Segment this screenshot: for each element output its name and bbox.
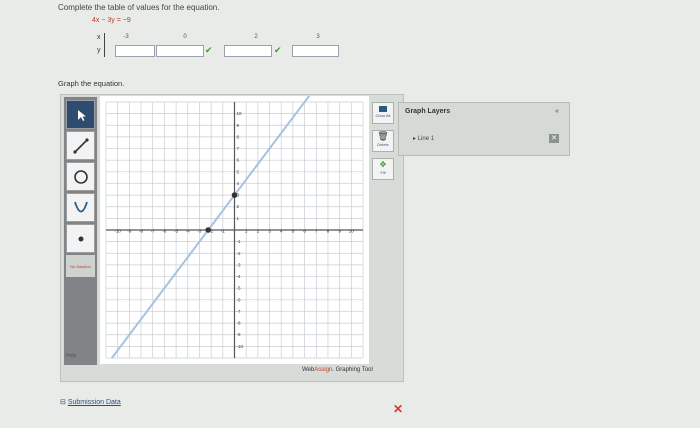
instructions-text: Complete the table of values for the equ… [58,3,220,12]
clear-all-label: Clear All [375,113,391,118]
x-tick-label: 7 [315,229,318,234]
right-tool-column: Clear All 🗑 Delete ✥ Fill [371,97,395,367]
brand-web: Web [302,367,315,373]
collapse-icon[interactable]: « [555,108,559,115]
x-tick-label: -1 [221,229,225,234]
submission-data-label: Submission Data [67,399,121,406]
graph-layers-panel: Graph Layers « ▸ Line 1 ✕ [398,102,570,156]
y-tick-label: -5 [237,286,241,291]
graph-instruction: Graph the equation. [58,79,125,88]
y-tick-label: 10 [237,111,243,116]
line-tool[interactable] [66,131,95,160]
fill-button[interactable]: ✥ Fill [372,158,394,180]
x-tick-label: 3 [268,229,271,234]
equation-text: 4x − 3y = −9 [92,17,131,24]
x-tick-label: -5 [174,229,178,234]
y-tick-label: -8 [237,321,241,326]
help-button[interactable]: Help [66,353,76,359]
table-y-label: y [97,47,101,54]
y-input-1[interactable] [115,45,155,57]
x-tick-label: -8 [139,229,143,234]
x-tick-label: 9 [338,229,341,234]
table-x-cell: -3 [123,34,129,40]
y-tick-label: -6 [237,297,241,302]
check-icon: ✔ [205,45,213,55]
graph-svg[interactable]: -10 -9 -8 -7 -6 -5 -4 -3 -2 -1 1 2 3 4 5 6 7 8 9 1010987654… [100,94,369,364]
table-divider [104,33,105,57]
point-icon [78,236,83,241]
x-tick-label: 2 [257,229,260,234]
brand-suffix: . Graphing Tool [332,367,373,373]
webassign-brand: WebAssign. Graphing Tool [302,367,373,373]
y-input-2[interactable] [156,45,204,57]
table-x-cell: 2 [254,34,258,40]
graph-layers-title: Graph Layers [405,108,451,115]
point-tool[interactable] [66,224,95,253]
fill-icon: ✥ [379,160,387,169]
x-tick-label: 5 [292,229,295,234]
expand-icon: ⊟ [60,399,66,406]
tool-panel: No Solution [64,97,97,365]
y-tick-label: -9 [237,332,241,337]
x-tick-label: -3 [197,229,201,234]
y-tick-label: -10 [237,344,244,349]
graph-point [205,227,212,233]
x-tick-label: -9 [127,229,131,234]
delete-button[interactable]: 🗑 Delete [372,130,394,152]
x-tick-label: 4 [280,229,283,234]
delete-label: Delete [377,142,389,147]
clear-all-button[interactable]: Clear All [372,102,394,124]
pointer-icon [77,109,86,121]
submission-data-link[interactable]: ⊟ Submission Data [60,398,121,406]
y-tick-label: -4 [237,274,241,279]
x-tick-label: 1 [245,229,248,234]
x-tick-label: 6 [303,229,306,234]
y-tick-label: -1 [237,239,241,244]
y-tick-label: -3 [237,262,241,267]
fill-label: Fill [380,170,386,175]
x-tick-label: 10 [349,229,355,234]
layer-item[interactable]: ▸ Line 1 [413,135,434,142]
remove-layer-icon[interactable]: ✕ [549,134,559,143]
x-tick-label: -4 [186,229,190,234]
parabola-icon [73,201,88,212]
trash-icon: 🗑 [377,131,389,141]
line-icon [72,137,89,154]
brand-assign: Assign [314,367,333,373]
parabola-tool[interactable] [66,193,95,222]
layer-item-label: Line 1 [417,136,435,142]
x-tick-label: 8 [327,229,330,234]
circle-tool[interactable] [66,162,95,191]
clear-all-icon [379,106,387,112]
y-tick-label: -7 [237,309,241,314]
table-x-label: x [97,34,101,41]
y-tick-label: -2 [237,251,241,256]
table-x-cell: 3 [316,34,320,40]
check-icon: ✔ [274,45,282,55]
plot-area[interactable]: -10 -9 -8 -7 -6 -5 -4 -3 -2 -1 1 2 3 4 5 6 7 8 9 10 10 9 8 7 6 5 4… [100,94,369,364]
x-tick-label: -7 [151,229,155,234]
circle-icon [73,169,88,184]
x-tick-label: -6 [162,229,166,234]
x-tick-label: -10 [114,229,121,234]
incorrect-icon: ✕ [393,402,404,416]
table-x-cell: 0 [183,34,187,40]
graph-point [231,192,238,198]
pointer-tool[interactable] [66,100,95,129]
no-solution-button[interactable]: No Solution [66,255,95,277]
y-input-3[interactable] [224,45,272,57]
y-input-4[interactable] [292,45,339,57]
